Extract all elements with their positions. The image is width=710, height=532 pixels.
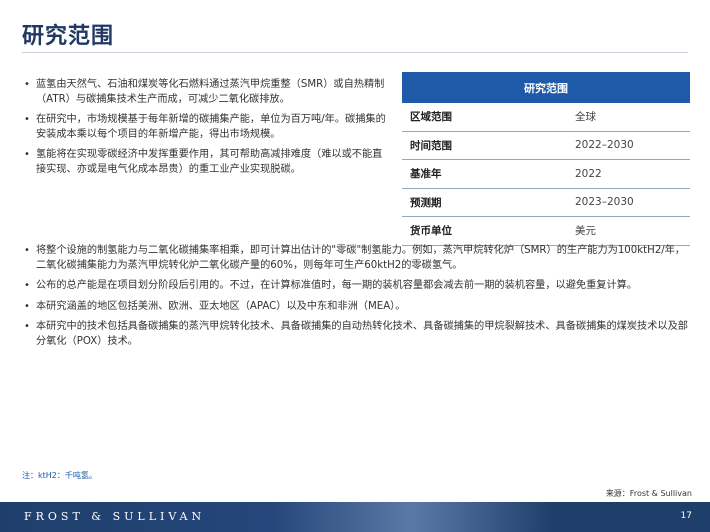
table-row: 预测期 2023–2030: [402, 188, 690, 217]
table-row: 时间范围 2022–2030: [402, 131, 690, 160]
bullet-text: 公布的总产能是在项目划分阶段后引用的。不过，在计算标准值时，每一期的装机容量都会…: [36, 280, 638, 291]
bullet-icon: •: [24, 321, 30, 332]
bullet-text: 本研究涵盖的地区包括美洲、欧洲、亚太地区（APAC）以及中东和非洲（MEA）。: [36, 300, 406, 312]
scope-key: 货币单位: [402, 216, 575, 246]
detail-bullet-list: • 将整个设施的制氢能力与二氧化碳捕集率相乘，即可计算出估计的"零碳"制氢能力。例…: [22, 244, 690, 355]
scope-value: 全球: [575, 103, 690, 132]
bullet-item: • 本研究中的技术包括具备碳捕集的蒸汽甲烷转化技术、具备碳捕集的自动热转化技术、具…: [22, 320, 690, 349]
scope-key: 时间范围: [402, 131, 575, 160]
bullet-text: 本研究中的技术包括具备碳捕集的蒸汽甲烷转化技术、具备碳捕集的自动热转化技术、具备…: [36, 321, 688, 347]
bullet-item: • 氢能将在实现零碳经济中发挥重要作用，其可帮助高减排难度（难以或不能直接实现、亦…: [22, 148, 388, 177]
scope-value: 2022–2030: [575, 131, 690, 160]
scope-table-header: 研究范围: [402, 72, 690, 103]
bullet-item: • 在研究中，市场规模基于每年新增的碳捕集产能，单位为百万吨/年。碳捕集的安装成本…: [22, 113, 388, 142]
page-number: 17: [680, 511, 692, 521]
footer-bar: FROST & SULLIVAN 17: [0, 502, 710, 532]
table-row: 货币单位 美元: [402, 216, 690, 246]
table-row: 区域范围 全球: [402, 103, 690, 132]
intro-bullet-list: • 蓝氢由天然气、石油和煤炭等化石燃料通过蒸汽甲烷重整（SMR）或自热精制（ATR…: [22, 78, 388, 183]
bullet-icon: •: [24, 280, 30, 291]
scope-key: 预测期: [402, 188, 575, 217]
table-row: 基准年 2022: [402, 159, 690, 189]
bullet-text: 将整个设施的制氢能力与二氧化碳捕集率相乘，即可计算出估计的"零碳"制氢能力。例如…: [36, 245, 686, 271]
footnote: 注：ktH2：千吨氢。: [22, 471, 97, 480]
bullet-icon: •: [24, 149, 30, 160]
bullet-icon: •: [24, 114, 30, 125]
research-scope-table: 研究范围 区域范围 全球 时间范围 2022–2030 基准年 2022 预测期…: [402, 72, 690, 246]
scope-value: 美元: [575, 216, 690, 246]
bullet-item: • 公布的总产能是在项目划分阶段后引用的。不过，在计算标准值时，每一期的装机容量都…: [22, 279, 690, 294]
bullet-item: • 本研究涵盖的地区包括美洲、欧洲、亚太地区（APAC）以及中东和非洲（MEA）。: [22, 300, 690, 315]
page-title: 研究范围: [22, 24, 115, 49]
bullet-text: 在研究中，市场规模基于每年新增的碳捕集产能，单位为百万吨/年。碳捕集的安装成本乘…: [36, 114, 386, 140]
scope-key: 基准年: [402, 159, 575, 189]
bullet-text: 蓝氢由天然气、石油和煤炭等化石燃料通过蒸汽甲烷重整（SMR）或自热精制（ATR）…: [36, 79, 385, 105]
bullet-icon: •: [24, 245, 30, 256]
bullet-item: • 蓝氢由天然气、石油和煤炭等化石燃料通过蒸汽甲烷重整（SMR）或自热精制（ATR…: [22, 78, 388, 107]
source-citation: 来源：Frost & Sullivan: [605, 489, 692, 498]
brand-logo: FROST & SULLIVAN: [24, 510, 206, 523]
scope-key: 区域范围: [402, 103, 575, 132]
bullet-text: 氢能将在实现零碳经济中发挥重要作用，其可帮助高减排难度（难以或不能直接实现、亦或…: [36, 149, 383, 175]
scope-value: 2023–2030: [575, 188, 690, 217]
bullet-icon: •: [24, 79, 30, 90]
bullet-icon: •: [24, 300, 30, 312]
scope-value: 2022: [575, 159, 690, 189]
title-divider: [22, 52, 688, 53]
bullet-item: • 将整个设施的制氢能力与二氧化碳捕集率相乘，即可计算出估计的"零碳"制氢能力。例…: [22, 244, 690, 273]
